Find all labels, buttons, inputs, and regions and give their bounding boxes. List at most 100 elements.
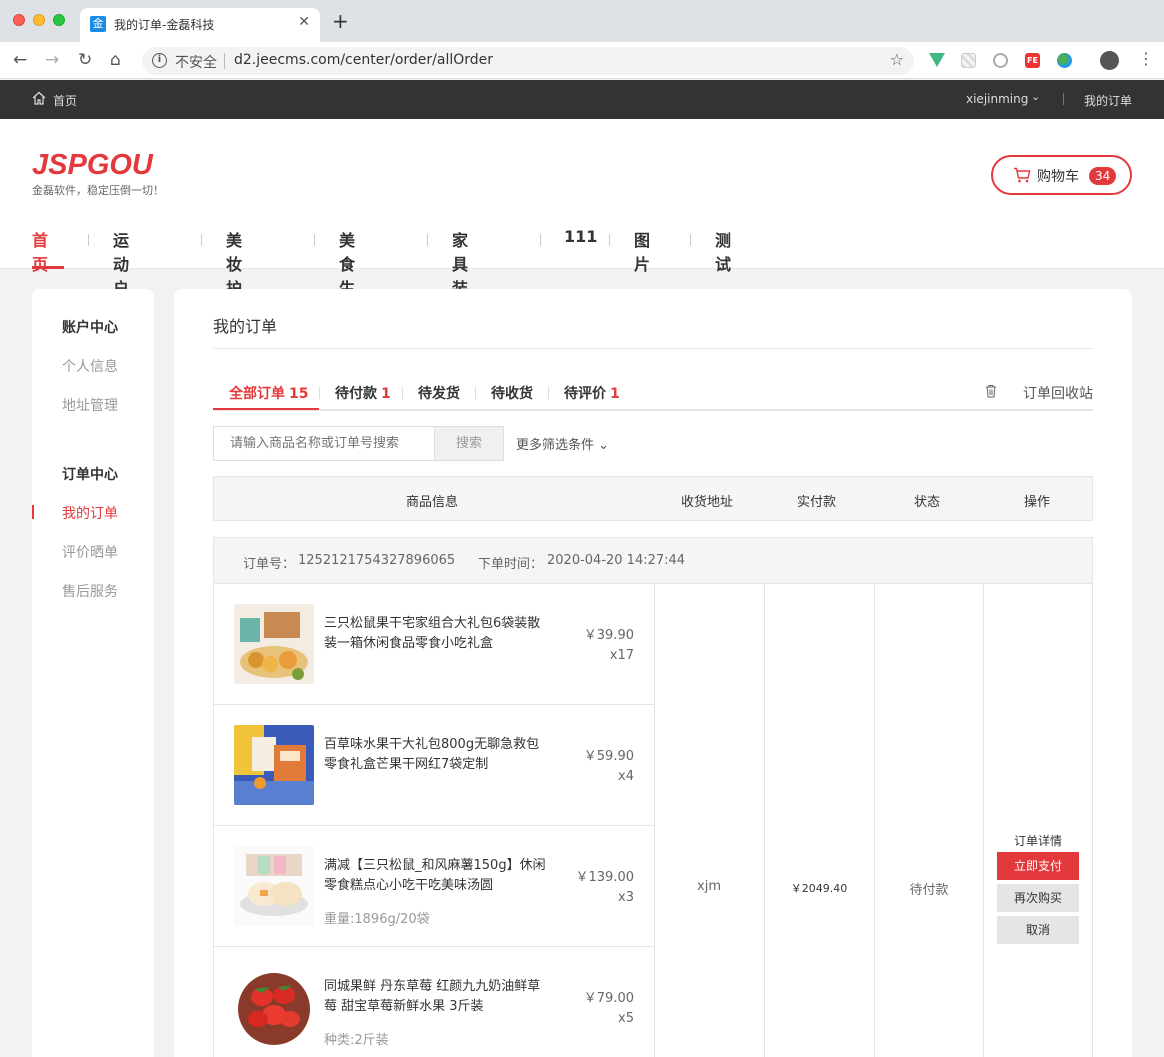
fehelper-icon[interactable]: FE — [1025, 53, 1040, 68]
browser-menu-icon[interactable]: ⋮ — [1138, 49, 1154, 69]
minimize-window-button[interactable] — [33, 14, 45, 26]
nav-divider — [314, 234, 315, 246]
column-header-paid: 实付款 — [797, 495, 837, 510]
address-bar[interactable]: i 不安全 d2.jeecms.com/center/order/allOrde… — [142, 47, 914, 75]
info-icon[interactable]: i — [152, 53, 167, 68]
tab-pending-shipment[interactable]: 待发货 — [418, 383, 460, 403]
product-price: ￥139.00 — [575, 870, 635, 885]
site-slogan: 金磊软件，稳定压倒一切！ — [32, 184, 164, 197]
tab-title: 我的订单-金磊科技 — [114, 18, 215, 32]
product-name[interactable]: 三只松鼠果干宅家组合大礼包6袋装散装一箱休闲食品零食小吃礼盒 — [324, 614, 549, 654]
order-detail-link[interactable]: 订单详情 — [1014, 832, 1062, 849]
tab-close-icon[interactable]: ✕ — [298, 14, 310, 30]
product-name[interactable]: 同城果鲜 丹东草莓 红颜九九奶油鲜草莓 甜宝草莓新鲜水果 3斤装 — [324, 977, 549, 1017]
home-icon[interactable]: ⌂ — [110, 50, 121, 70]
product-thumbnail[interactable] — [234, 846, 314, 926]
vue-devtools-icon[interactable] — [929, 53, 945, 67]
order-number: 1252121754327896065 — [298, 553, 456, 568]
more-filters-toggle[interactable]: 更多筛选条件 ⌄ — [516, 434, 609, 453]
insecure-label: 不安全 — [175, 55, 217, 71]
my-orders-link[interactable]: 我的订单 — [1084, 92, 1132, 109]
cart-count-badge: 34 — [1089, 167, 1117, 185]
nav-divider — [690, 234, 691, 246]
profile-avatar-icon[interactable] — [1100, 51, 1119, 70]
tab-label: 待评价 — [564, 386, 606, 402]
home-link[interactable]: 首页 — [53, 92, 77, 109]
nav-divider — [427, 234, 428, 246]
tab-pending-payment[interactable]: 待付款 1 — [335, 383, 391, 403]
sidebar-item-address[interactable]: 地址管理 — [62, 395, 118, 415]
column-header-product: 商品信息 — [406, 495, 459, 510]
forward-arrow-icon[interactable]: → — [45, 50, 59, 70]
nav-item-111[interactable]: 111 — [564, 227, 597, 246]
order-item: 百草味水果干大礼包800g无聊急救包 零食礼盒芒果干网红7袋定制 ￥59.90 … — [214, 705, 654, 826]
site-logo[interactable]: JSPGOU — [32, 149, 153, 182]
sidebar-item-reviews[interactable]: 评价晒单 — [62, 542, 118, 562]
tab-label: 待发货 — [418, 386, 460, 402]
receiver-name: xjm — [697, 879, 721, 894]
order-search-input[interactable] — [213, 426, 435, 461]
sidebar-item-after-sales[interactable]: 售后服务 — [62, 581, 118, 601]
column-divider — [654, 584, 655, 1057]
search-button[interactable]: 搜索 — [434, 426, 504, 461]
product-spec: 重量:1896g/20袋 — [324, 912, 430, 927]
order-time: 2020-04-20 14:27:44 — [547, 553, 686, 568]
tab-label: 待收货 — [491, 386, 533, 402]
reload-icon[interactable]: ↻ — [78, 50, 92, 70]
extension-grid-icon[interactable] — [961, 53, 976, 68]
cart-button[interactable]: 购物车 34 — [991, 155, 1132, 195]
product-thumbnail[interactable] — [234, 725, 314, 805]
nav-divider — [540, 234, 541, 246]
order-recycle-link[interactable]: 订单回收站 — [1023, 383, 1093, 403]
maximize-window-button[interactable] — [53, 14, 65, 26]
sidebar-active-marker — [32, 505, 34, 519]
product-name[interactable]: 百草味水果干大礼包800g无聊急救包 零食礼盒芒果干网红7袋定制 — [324, 735, 549, 775]
column-divider — [874, 584, 875, 1057]
chevron-down-icon: ⌄ — [594, 438, 610, 453]
extension-circle-icon[interactable] — [993, 53, 1008, 68]
extension-globe-icon[interactable] — [1057, 53, 1072, 68]
tab-divider — [475, 387, 476, 399]
username-link[interactable]: xiejinming — [966, 92, 1028, 106]
sidebar-heading-orders: 订单中心 — [62, 467, 118, 483]
sidebar-heading-account: 账户中心 — [62, 320, 118, 336]
product-spec: 种类:2斤装 — [324, 1033, 389, 1048]
tab-pending-receipt[interactable]: 待收货 — [491, 383, 533, 403]
url-text[interactable]: d2.jeecms.com/center/order/allOrder — [234, 52, 493, 68]
tab-divider — [319, 387, 320, 399]
sidebar-item-profile[interactable]: 个人信息 — [62, 356, 118, 376]
nav-item-pictures[interactable]: 图片 — [634, 227, 650, 275]
order-status: 待付款 — [909, 883, 949, 898]
tab-pending-review[interactable]: 待评价 1 — [564, 383, 620, 403]
product-thumbnail[interactable] — [234, 604, 314, 684]
site-favicon-icon: 金 — [90, 16, 106, 32]
close-window-button[interactable] — [13, 14, 25, 26]
back-arrow-icon[interactable]: ← — [13, 50, 27, 70]
product-quantity: x4 — [618, 769, 634, 784]
trash-icon[interactable] — [985, 384, 997, 398]
chevron-down-icon[interactable]: ⌄ — [1031, 90, 1040, 103]
order-item: 满减【三只松鼠_和风麻薯150g】休闲零食糕点心小吃干吃美味汤圆 重量:1896… — [214, 826, 654, 947]
tab-label: 待付款 — [335, 386, 377, 402]
topbar-divider — [1063, 93, 1064, 105]
pay-now-button[interactable]: 立即支付 — [997, 852, 1079, 880]
buy-again-button[interactable]: 再次购买 — [997, 884, 1079, 912]
bookmark-star-icon[interactable]: ☆ — [890, 50, 904, 69]
new-tab-icon[interactable]: + — [332, 11, 349, 31]
browser-tab[interactable]: 金 我的订单-金磊科技 ✕ — [80, 8, 320, 42]
nav-item-test[interactable]: 测试 — [715, 227, 731, 275]
home-icon[interactable] — [32, 91, 46, 105]
tab-count: 15 — [289, 386, 309, 402]
tab-all-orders[interactable]: 全部订单 15 — [229, 383, 308, 403]
tab-label: 全部订单 — [229, 386, 285, 402]
tab-count: 1 — [610, 386, 620, 402]
order-header: 订单号： 1252121754327896065 下单时间： 2020-04-2… — [214, 538, 1092, 584]
product-thumbnail[interactable] — [234, 967, 314, 1047]
product-price: ￥39.90 — [583, 628, 634, 643]
sidebar-item-my-orders[interactable]: 我的订单 — [62, 503, 118, 523]
cancel-order-button[interactable]: 取消 — [997, 916, 1079, 944]
tab-active-underline — [213, 408, 319, 410]
product-name[interactable]: 满减【三只松鼠_和风麻薯150g】休闲零食糕点心小吃干吃美味汤圆 — [324, 856, 549, 896]
column-header-actions: 操作 — [1024, 495, 1051, 510]
browser-tabbar: 金 我的订单-金磊科技 ✕ + — [0, 0, 1164, 42]
